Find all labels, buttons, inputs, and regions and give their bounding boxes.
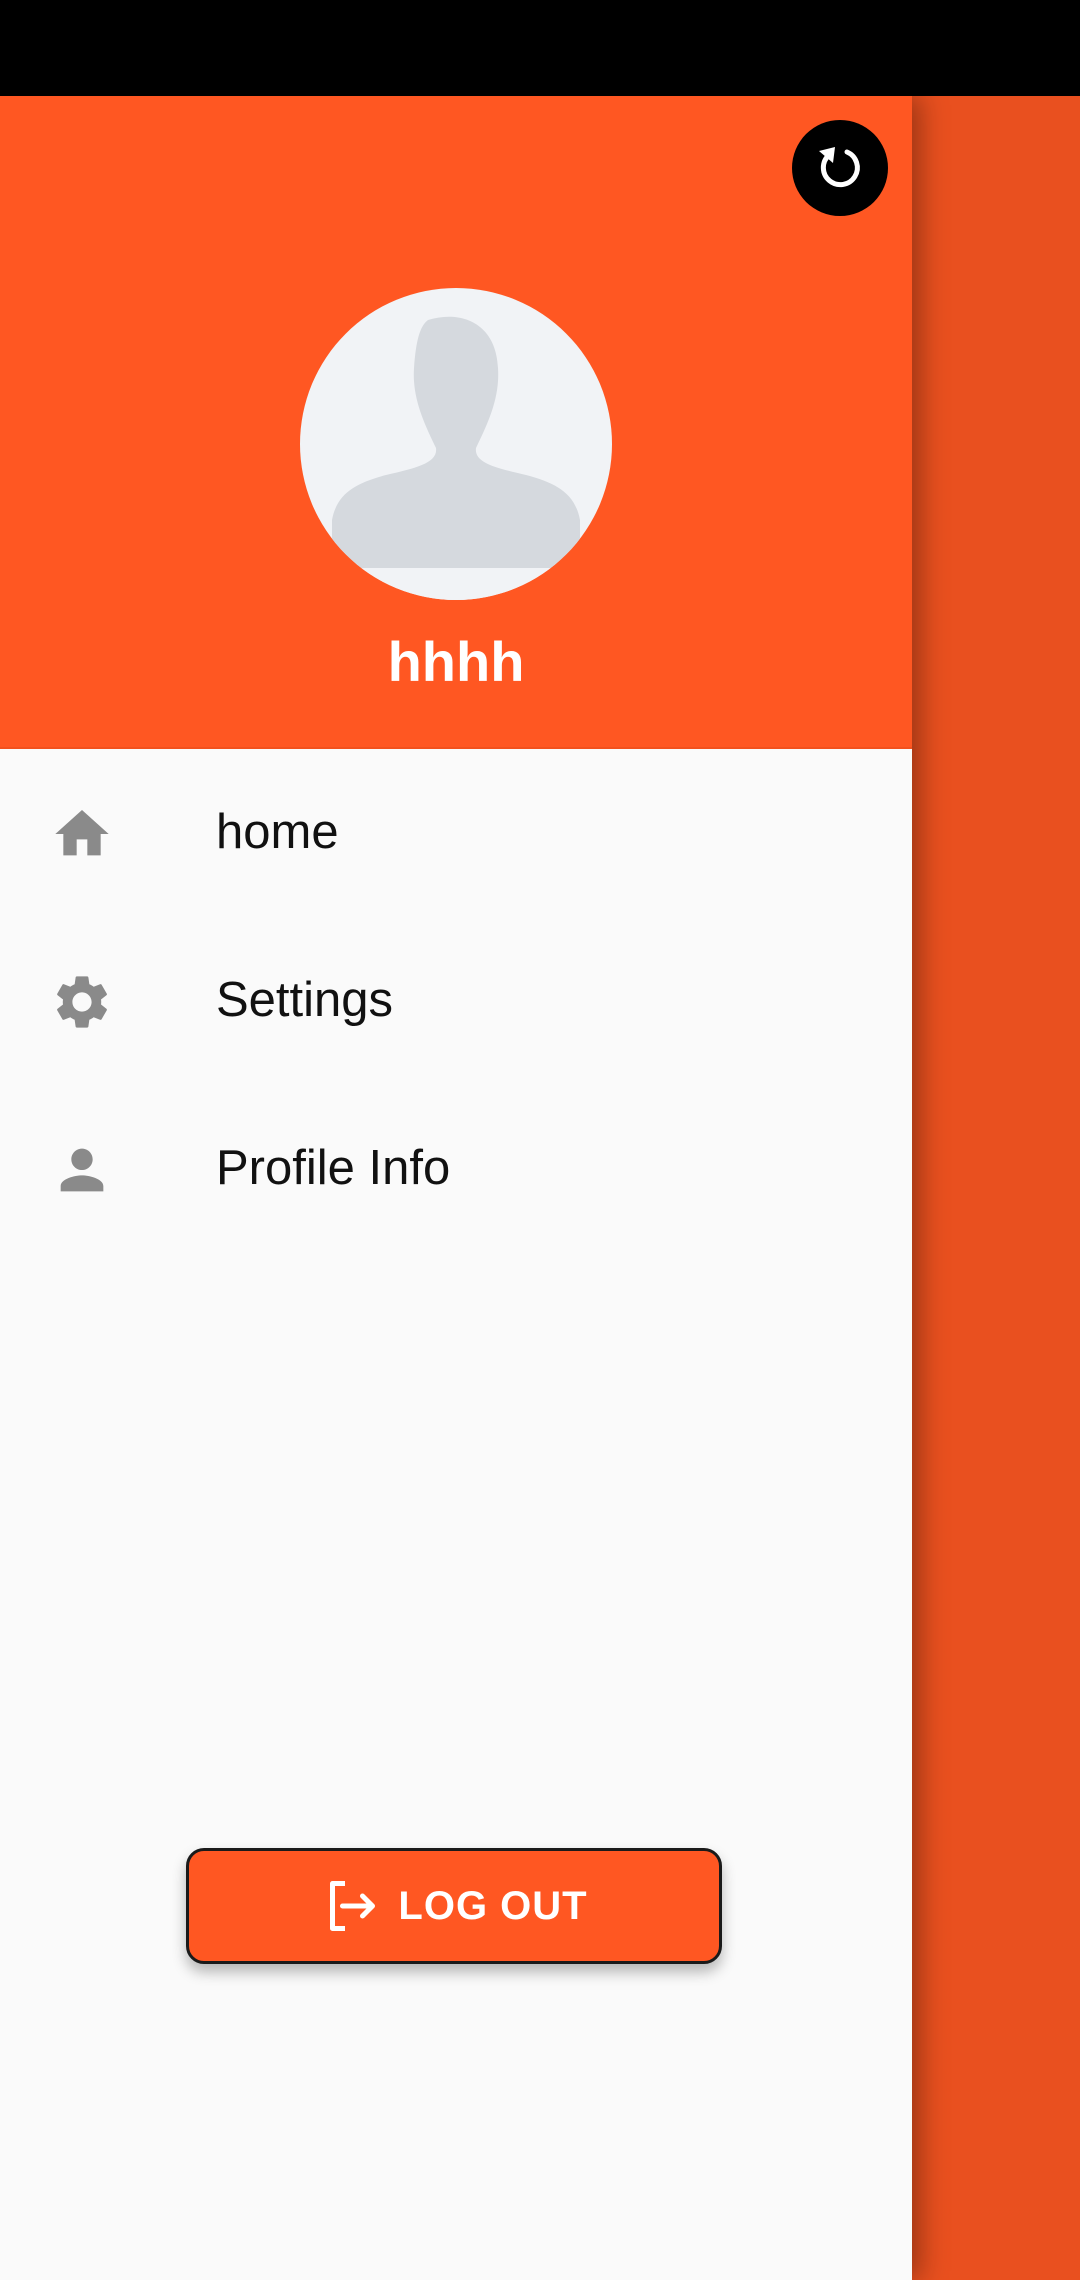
status-bar (0, 0, 1080, 96)
logout-button[interactable]: LOG OUT (186, 1848, 722, 1964)
drawer-header: hhhh (0, 96, 912, 749)
navigation-drawer: hhhh home Settings Profile Info LOG OUT (0, 96, 912, 2280)
menu-item-home[interactable]: home (0, 748, 912, 916)
refresh-icon (819, 147, 860, 188)
menu-item-label: Profile Info (216, 1141, 451, 1195)
gear-icon (57, 976, 107, 1028)
user-name: hhhh (387, 630, 525, 693)
refresh-button[interactable] (792, 120, 888, 216)
menu-item-label: Settings (216, 973, 394, 1027)
logout-icon (330, 1881, 376, 1931)
menu-item-profile-info[interactable]: Profile Info (0, 1084, 912, 1252)
logout-label: LOG OUT (398, 1883, 588, 1928)
menu-item-settings[interactable]: Settings (0, 916, 912, 1084)
menu-item-label: home (216, 805, 339, 859)
drawer-menu: home Settings Profile Info (0, 748, 912, 1252)
avatar[interactable] (300, 288, 612, 600)
avatar-silhouette-icon (300, 316, 612, 600)
person-icon (60, 1148, 104, 1192)
home-icon (55, 810, 109, 856)
